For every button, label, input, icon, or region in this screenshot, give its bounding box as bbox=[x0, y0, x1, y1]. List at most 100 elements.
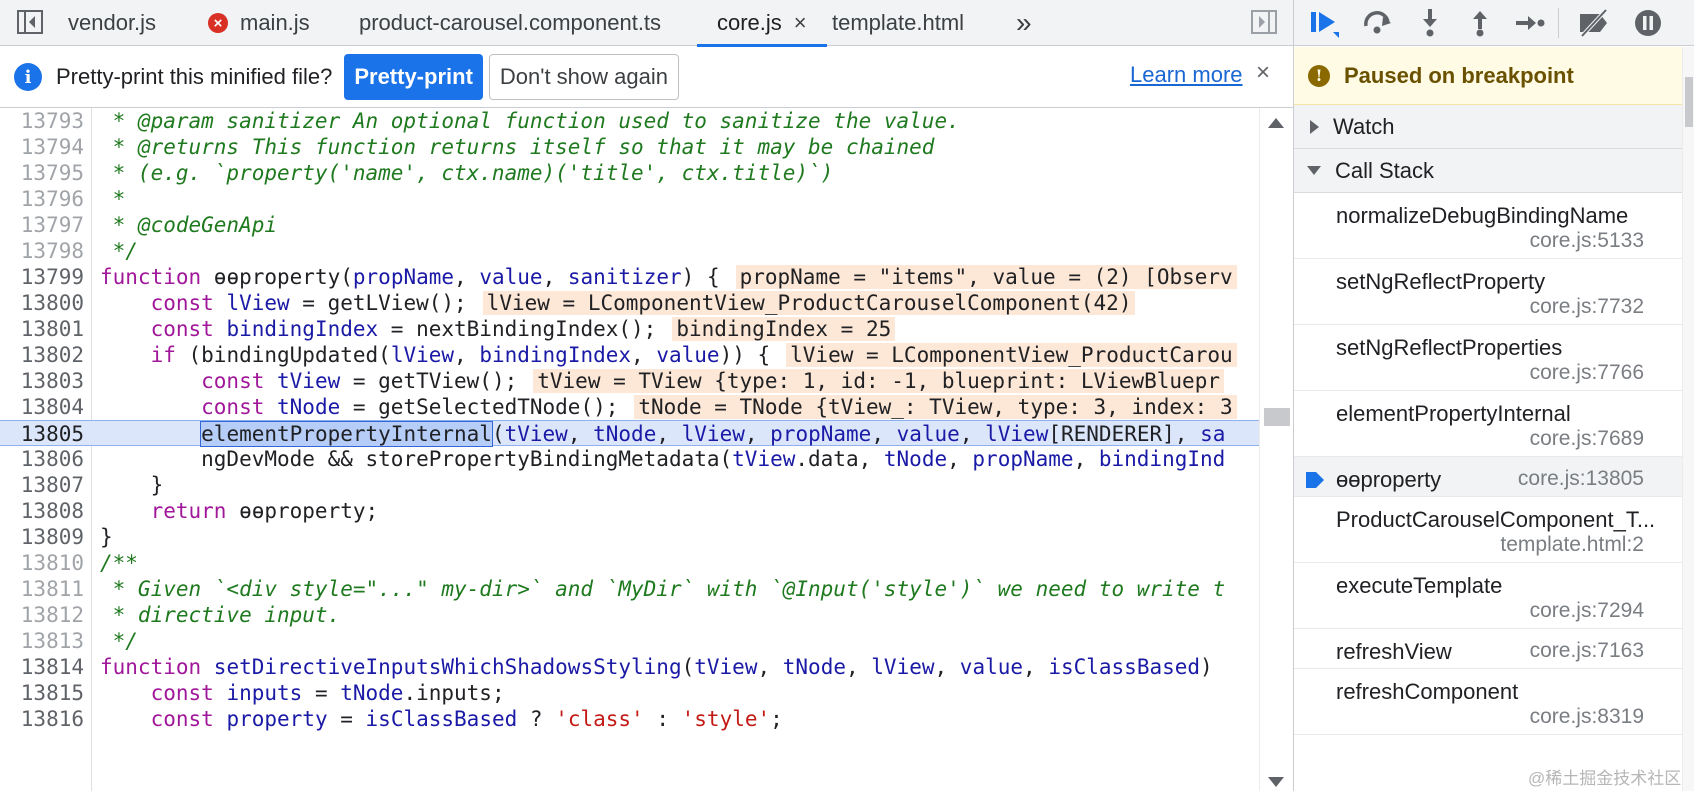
code-line[interactable]: 13795 * (e.g. `property('name', ctx.name… bbox=[0, 160, 1259, 186]
frame-location[interactable]: core.js:7294 bbox=[1530, 599, 1644, 623]
scrollbar-thumb[interactable] bbox=[1264, 408, 1290, 426]
tab-template-html[interactable]: template.html bbox=[832, 0, 964, 46]
frame-location[interactable]: core.js:7689 bbox=[1530, 427, 1644, 451]
line-number[interactable]: 13796 bbox=[0, 186, 84, 212]
code-line[interactable]: 13797 * @codeGenApi bbox=[0, 212, 1259, 238]
editor-scrollbar[interactable] bbox=[1259, 108, 1293, 791]
tab-main-js[interactable]: × main.js bbox=[208, 0, 310, 46]
watch-section-header[interactable]: Watch bbox=[1294, 105, 1682, 149]
call-frame[interactable]: setNgReflectProperties core.js:7766 bbox=[1294, 325, 1682, 391]
code-text: * @param sanitizer An optional function … bbox=[100, 108, 960, 134]
code-line[interactable]: 13816 const property = isClassBased ? 'c… bbox=[0, 706, 1259, 732]
call-frame[interactable]: executeTemplate core.js:7294 bbox=[1294, 563, 1682, 629]
line-number[interactable]: 13802 bbox=[0, 342, 84, 368]
frame-location[interactable]: template.html:2 bbox=[1500, 533, 1644, 557]
call-frame[interactable]: ProductCarouselComponent_T... template.ht… bbox=[1294, 497, 1682, 563]
frame-location[interactable]: core.js:7163 bbox=[1530, 639, 1644, 663]
resume-button[interactable] bbox=[1304, 4, 1344, 42]
line-number[interactable]: 13809 bbox=[0, 524, 84, 550]
code-line[interactable]: 13811 * Given `<div style="..." my-dir>`… bbox=[0, 576, 1259, 602]
line-number[interactable]: 13804 bbox=[0, 394, 84, 420]
code-token: tNode bbox=[340, 681, 404, 705]
code-line[interactable]: 13806 ngDevMode && storePropertyBindingM… bbox=[0, 446, 1259, 472]
close-infobar-icon[interactable]: × bbox=[1256, 59, 1270, 87]
line-number[interactable]: 13798 bbox=[0, 238, 84, 264]
line-number[interactable]: 13795 bbox=[0, 160, 84, 186]
line-number[interactable]: 13803 bbox=[0, 368, 84, 394]
code-line[interactable]: 13804 const tNode = getSelectedTNode(); t… bbox=[0, 394, 1259, 420]
scroll-down-icon[interactable] bbox=[1268, 777, 1284, 787]
frame-location[interactable]: core.js:7766 bbox=[1530, 361, 1644, 385]
line-number[interactable]: 13801 bbox=[0, 316, 84, 342]
code-token: const bbox=[100, 707, 227, 731]
code-line[interactable]: 13802 if (bindingUpdated(lView, bindingI… bbox=[0, 342, 1259, 368]
code-line[interactable]: 13808 return ɵɵproperty; bbox=[0, 498, 1259, 524]
call-frame[interactable]: ɵɵproperty core.js:13805 bbox=[1294, 457, 1682, 497]
code-line[interactable]: 13801 const bindingIndex = nextBindingIn… bbox=[0, 316, 1259, 342]
close-tab-icon[interactable]: × bbox=[794, 10, 807, 36]
line-number[interactable]: 13806 bbox=[0, 446, 84, 472]
deactivate-breakpoints-button[interactable] bbox=[1574, 4, 1614, 42]
step-into-button[interactable] bbox=[1410, 4, 1450, 42]
step-out-button[interactable] bbox=[1460, 4, 1500, 42]
line-number[interactable]: 13816 bbox=[0, 706, 84, 732]
step-over-button[interactable] bbox=[1358, 4, 1398, 42]
toggle-debugger-sidebar-icon[interactable] bbox=[1248, 6, 1280, 38]
line-number[interactable]: 13805 bbox=[0, 421, 84, 447]
dont-show-again-button[interactable]: Don't show again bbox=[488, 54, 679, 100]
line-number[interactable]: 13811 bbox=[0, 576, 84, 602]
step-button[interactable] bbox=[1510, 4, 1550, 42]
watermark: @稀土掘金技术社区 bbox=[1528, 769, 1682, 788]
frame-location[interactable]: core.js:13805 bbox=[1518, 467, 1644, 491]
scroll-up-icon[interactable] bbox=[1268, 118, 1284, 128]
sidebar-scrollbar[interactable] bbox=[1682, 47, 1694, 791]
line-number[interactable]: 13810 bbox=[0, 550, 84, 576]
call-frame[interactable]: setNgReflectProperty core.js:7732 bbox=[1294, 259, 1682, 325]
call-frame[interactable]: normalizeDebugBindingName core.js:5133 bbox=[1294, 193, 1682, 259]
frame-location[interactable]: core.js:7732 bbox=[1530, 295, 1644, 319]
line-number[interactable]: 13794 bbox=[0, 134, 84, 160]
toggle-navigator-icon[interactable] bbox=[14, 6, 46, 38]
code-line[interactable]: 13798 */ bbox=[0, 238, 1259, 264]
code-line[interactable]: 13796 * bbox=[0, 186, 1259, 212]
pretty-print-button[interactable]: Pretty-print bbox=[344, 54, 483, 100]
code-token: const bbox=[100, 317, 227, 341]
code-line[interactable]: 13813 */ bbox=[0, 628, 1259, 654]
line-number[interactable]: 13800 bbox=[0, 290, 84, 316]
line-number[interactable]: 13808 bbox=[0, 498, 84, 524]
call-frame[interactable]: refreshView core.js:7163 bbox=[1294, 629, 1682, 669]
call-frame[interactable]: refreshComponent core.js:8319 bbox=[1294, 669, 1682, 735]
line-number[interactable]: 13793 bbox=[0, 108, 84, 134]
pause-on-exceptions-button[interactable] bbox=[1628, 4, 1668, 42]
frame-location[interactable]: core.js:5133 bbox=[1530, 229, 1644, 253]
code-line[interactable]: 13814 function setDirectiveInputsWhichSha… bbox=[0, 654, 1259, 680]
code-line[interactable]: 13815 const inputs = tNode.inputs; bbox=[0, 680, 1259, 706]
current-execution-line[interactable]: 13805 elementPropertyInternal(tView, tNo… bbox=[0, 420, 1259, 447]
call-frame[interactable]: elementPropertyInternal core.js:7689 bbox=[1294, 391, 1682, 457]
line-number[interactable]: 13812 bbox=[0, 602, 84, 628]
code-line[interactable]: 13810 /** bbox=[0, 550, 1259, 576]
call-stack-section-header[interactable]: Call Stack bbox=[1294, 149, 1682, 193]
code-line[interactable]: 13812 * directive input. bbox=[0, 602, 1259, 628]
code-line[interactable]: 13803 const tView = getTView(); tView = T… bbox=[0, 368, 1259, 394]
line-number[interactable]: 13815 bbox=[0, 680, 84, 706]
code-line[interactable]: 13799 function ɵɵproperty(propName, value… bbox=[0, 264, 1259, 290]
more-tabs-button[interactable]: » bbox=[1016, 0, 1032, 46]
line-number[interactable]: 13807 bbox=[0, 472, 84, 498]
code-line[interactable]: 13794 * @returns This function returns i… bbox=[0, 134, 1259, 160]
code-line[interactable]: 13807 } bbox=[0, 472, 1259, 498]
learn-more-link[interactable]: Learn more bbox=[1130, 62, 1243, 88]
scrollbar-thumb[interactable] bbox=[1685, 77, 1693, 127]
tab-product-carousel-component-ts[interactable]: product-carousel.component.ts bbox=[359, 0, 661, 46]
code-line[interactable]: 13809} bbox=[0, 524, 1259, 550]
code-line[interactable]: 13800 const lView = getLView(); lView = L… bbox=[0, 290, 1259, 316]
tab-core-js[interactable]: core.js × bbox=[697, 0, 827, 47]
code-line[interactable]: 13793 * @param sanitizer An optional fun… bbox=[0, 108, 1259, 134]
line-number[interactable]: 13814 bbox=[0, 654, 84, 680]
frame-location[interactable]: core.js:8319 bbox=[1530, 705, 1644, 729]
line-number[interactable]: 13813 bbox=[0, 628, 84, 654]
code-editor[interactable]: 13793 * @param sanitizer An optional fun… bbox=[0, 108, 1259, 791]
line-number[interactable]: 13799 bbox=[0, 264, 84, 290]
line-number[interactable]: 13797 bbox=[0, 212, 84, 238]
tab-vendor-js[interactable]: vendor.js bbox=[68, 0, 156, 46]
